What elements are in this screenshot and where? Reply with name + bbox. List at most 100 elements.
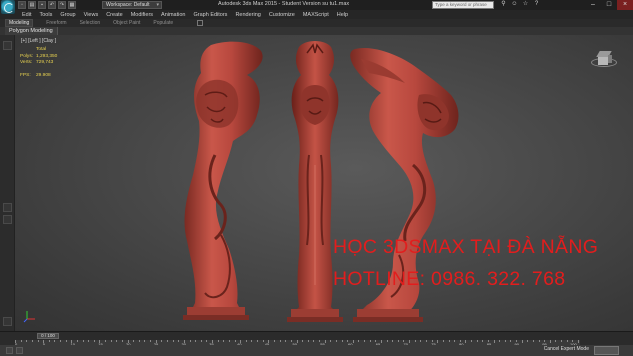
menu-rendering[interactable]: Rendering bbox=[235, 12, 260, 18]
ribbon-minimize-button[interactable] bbox=[197, 20, 203, 26]
status-bar: Cancel Expert Mode bbox=[0, 345, 633, 356]
ruler-tick bbox=[465, 340, 467, 343]
maximize-icon[interactable]: □ bbox=[601, 0, 617, 10]
ruler-tick bbox=[538, 340, 540, 342]
menu-group[interactable]: Group bbox=[60, 12, 75, 18]
ruler-tick bbox=[279, 340, 281, 342]
app-logo-icon[interactable] bbox=[1, 0, 15, 14]
ruler-tick bbox=[37, 340, 39, 342]
ruler-tick bbox=[302, 340, 304, 342]
menu-maxscript[interactable]: MAXScript bbox=[303, 12, 329, 18]
left-toolbar bbox=[0, 35, 15, 331]
lion-leg-threequarter[interactable] bbox=[183, 41, 263, 320]
star-icon[interactable]: ☆ bbox=[522, 1, 529, 8]
save-icon[interactable]: ▪ bbox=[38, 1, 46, 9]
ruler-tick bbox=[527, 340, 529, 342]
axis-tripod-icon bbox=[23, 311, 35, 323]
timeline: 0 / 100 0 5 10 15 20 25 30 35 40 45 50 55 60 65 70 75 80… bbox=[0, 331, 633, 347]
cancel-expert-mode-button[interactable]: Cancel Expert Mode bbox=[544, 346, 589, 352]
ruler-tick bbox=[105, 340, 107, 342]
open-file-icon[interactable]: ▤ bbox=[28, 1, 36, 9]
watermark-line-1: HỌC 3DSMAX TẠI ĐÀ NẴNG bbox=[333, 236, 599, 258]
ruler-tick bbox=[245, 340, 247, 342]
menu-bar: Edit Tools Group Views Create Modifiers … bbox=[0, 10, 633, 19]
move-icon[interactable] bbox=[3, 215, 12, 224]
redo-icon[interactable]: ↷ bbox=[58, 1, 66, 9]
ruler-tick bbox=[504, 340, 506, 342]
ruler-tick bbox=[150, 340, 152, 342]
ruler-tick bbox=[31, 340, 33, 342]
ruler-tick bbox=[476, 340, 478, 342]
ruler-tick bbox=[330, 340, 332, 342]
ruler-tick bbox=[566, 340, 568, 342]
menu-tools[interactable]: Tools bbox=[39, 12, 52, 18]
ruler-tick bbox=[217, 340, 219, 342]
menu-customize[interactable]: Customize bbox=[269, 12, 295, 18]
lock-selection-icon[interactable] bbox=[16, 347, 23, 354]
new-file-icon[interactable]: ▫ bbox=[18, 1, 26, 9]
tab-selection[interactable]: Selection bbox=[80, 20, 101, 26]
ruler-tick bbox=[549, 340, 551, 343]
ruler-tick bbox=[138, 340, 140, 342]
tab-populate[interactable]: Populate bbox=[153, 20, 173, 26]
ruler-tick bbox=[65, 340, 67, 342]
ruler-tick bbox=[341, 340, 343, 342]
ruler-tick bbox=[352, 340, 354, 343]
ruler-tick bbox=[561, 340, 563, 342]
ruler-tick bbox=[20, 340, 22, 342]
ribbon-panel-bar: Polygon Modeling bbox=[0, 27, 633, 35]
ruler-tick bbox=[358, 340, 360, 342]
infocenter-toolbar: ⚲ ☺ ☆ ? bbox=[500, 1, 540, 8]
app-window: ▫ ▤ ▪ ↶ ↷ ▦ Workspace: Default ▾ Autodes… bbox=[0, 0, 633, 356]
ruler-tick bbox=[262, 340, 264, 342]
project-folder-icon[interactable]: ▦ bbox=[68, 1, 76, 9]
search-input[interactable]: Type a keyword or phrase bbox=[432, 1, 494, 9]
ruler-tick bbox=[144, 340, 146, 342]
menu-animation[interactable]: Animation bbox=[161, 12, 185, 18]
minimize-icon[interactable]: – bbox=[585, 0, 601, 10]
ruler-tick bbox=[60, 340, 62, 342]
ruler-tick bbox=[26, 340, 28, 342]
polygon-modeling-panel[interactable]: Polygon Modeling bbox=[5, 27, 58, 35]
time-configuration-button[interactable] bbox=[594, 346, 619, 355]
menu-edit[interactable]: Edit bbox=[22, 12, 31, 18]
account-icon[interactable]: ☺ bbox=[511, 1, 518, 8]
ruler-tick bbox=[206, 340, 208, 342]
ruler-tick bbox=[578, 340, 579, 343]
quick-access-toolbar: ▫ ▤ ▪ ↶ ↷ ▦ bbox=[18, 1, 76, 9]
ruler-tick bbox=[471, 340, 473, 342]
tab-modeling[interactable]: Modeling bbox=[5, 19, 34, 27]
ruler-tick bbox=[437, 340, 439, 343]
menu-graph-editors[interactable]: Graph Editors bbox=[194, 12, 228, 18]
close-icon[interactable]: × bbox=[617, 0, 633, 10]
menu-help[interactable]: Help bbox=[337, 12, 348, 18]
ruler-tick bbox=[172, 340, 174, 342]
menu-modifiers[interactable]: Modifiers bbox=[131, 12, 153, 18]
ruler-tick bbox=[521, 340, 523, 343]
tab-freeform[interactable]: Freeform bbox=[46, 20, 66, 26]
ruler-tick bbox=[448, 340, 450, 342]
ruler-tick bbox=[167, 340, 168, 342]
tab-object-paint[interactable]: Object Paint bbox=[113, 20, 140, 26]
menu-views[interactable]: Views bbox=[84, 12, 99, 18]
binoculars-icon[interactable]: ⚲ bbox=[500, 1, 507, 8]
menu-create[interactable]: Create bbox=[106, 12, 123, 18]
watermark-line-2: HOTLINE: 0986. 322. 768 bbox=[333, 268, 566, 290]
window-controls: – □ × bbox=[585, 0, 633, 10]
ruler-tick bbox=[307, 340, 309, 342]
workspace-label: Workspace: Default bbox=[106, 2, 150, 8]
select-icon[interactable] bbox=[3, 203, 12, 212]
help-icon[interactable]: ? bbox=[533, 1, 540, 8]
ruler-tick bbox=[409, 340, 411, 343]
ribbon-tabs: Modeling Freeform Selection Object Paint… bbox=[0, 19, 633, 27]
ruler-tick bbox=[223, 340, 225, 342]
workspace-dropdown[interactable]: Workspace: Default ▾ bbox=[102, 1, 162, 9]
ruler-tick bbox=[88, 340, 90, 342]
ruler-tick bbox=[442, 340, 444, 342]
layer-icon[interactable] bbox=[3, 317, 12, 326]
undo-icon[interactable]: ↶ bbox=[48, 1, 56, 9]
time-slider[interactable]: 0 / 100 bbox=[37, 333, 59, 339]
ruler-tick bbox=[200, 340, 202, 342]
script-listener-icon[interactable] bbox=[6, 347, 13, 354]
viewport-layout-icon[interactable] bbox=[3, 41, 12, 50]
